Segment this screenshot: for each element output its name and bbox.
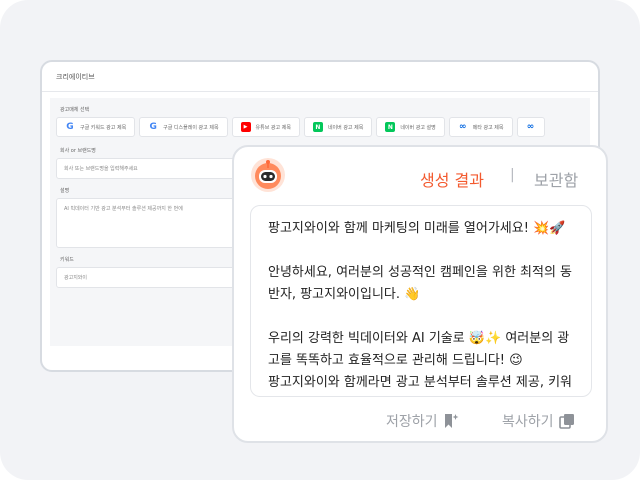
bookmark-sparkle-icon [443, 413, 459, 429]
content-paragraph: 팡고지와이와 함께 마케팅의 미래를 열어가세요! 💥🚀 [268, 221, 566, 236]
result-card: 생성 결과 | 보관함 팡고지와이와 함께 마케팅의 미래를 열어가세요! 💥🚀… [232, 145, 608, 443]
meta-icon: ∞ [458, 122, 467, 132]
naver-icon: N [385, 122, 396, 132]
platform-google-display[interactable]: G 구글 디스플레이 광고 제목 [139, 117, 228, 137]
content-paragraph: 팡고지와이와 함께라면 광고 분석부터 솔루션 제공, 키워 [268, 375, 573, 390]
platform-meta[interactable]: ∞ 메타 광고 제목 [448, 117, 513, 137]
copy-button[interactable]: 복사하기 [502, 411, 575, 431]
youtube-icon: ▶ [240, 122, 251, 132]
meta-icon: ∞ [526, 122, 535, 132]
copy-icon [558, 413, 575, 429]
generated-content: 팡고지와이와 함께 마케팅의 미래를 열어가세요! 💥🚀 안녕하세요, 여러분의… [250, 205, 592, 397]
robot-avatar-icon [250, 157, 286, 193]
window-title: 크리에이티브 [42, 62, 598, 92]
save-label: 저장하기 [386, 414, 438, 430]
content-paragraph: 안녕하세요, 여러분의 성공적인 캠페인을 위한 최적의 동반자, 팡고지와이입… [268, 265, 573, 302]
platform-meta-2[interactable]: ∞ [516, 117, 545, 137]
platform-naver-title[interactable]: N 네이버 광고 제목 [303, 117, 373, 137]
naver-icon: N [312, 122, 323, 132]
platform-label: 광고매체 선택 [60, 107, 90, 113]
platform-naver-desc[interactable]: N 네이버 광고 설명 [376, 117, 445, 137]
platform-google-keyword[interactable]: G 구글 키워드 광고 제목 [56, 117, 136, 137]
tab-archive[interactable]: 보관함 [534, 167, 578, 191]
copy-label: 복사하기 [502, 414, 554, 430]
tab-separator: | [510, 167, 515, 183]
platform-youtube[interactable]: ▶ 유튜브 광고 제목 [231, 117, 300, 137]
tab-result[interactable]: 생성 결과 [420, 167, 484, 191]
google-icon: G [149, 122, 157, 132]
platform-list: G 구글 키워드 광고 제목 G 구글 디스플레이 광고 제목 ▶ 유튜브 광고… [56, 117, 584, 137]
save-button[interactable]: 저장하기 [386, 411, 459, 431]
content-paragraph: 우리의 강력한 빅데이터와 AI 기술로 🤯✨ 여러분의 광고를 똑똑하고 효율… [268, 331, 570, 368]
google-icon: G [66, 122, 74, 132]
